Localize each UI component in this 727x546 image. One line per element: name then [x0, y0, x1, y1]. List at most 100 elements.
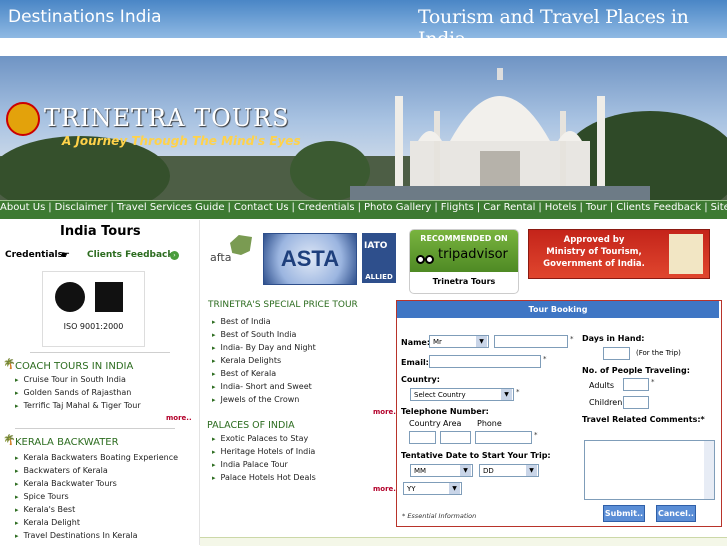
ukas-icon	[95, 282, 123, 312]
list-item[interactable]: India- By Day and Night	[212, 341, 392, 354]
iato-badge: IATO ALLIED	[362, 233, 396, 283]
list-item[interactable]: Best of Kerala	[212, 367, 392, 380]
logo-slogan: A Journey Through The Mind's Eyes	[62, 134, 301, 148]
list-item[interactable]: Backwaters of Kerala	[15, 464, 195, 477]
afta-badge: afta	[210, 233, 255, 275]
nav-about-us[interactable]: About Us	[0, 202, 45, 213]
nav-photo-gallery[interactable]: Photo Gallery	[364, 202, 431, 213]
nav-contact-us[interactable]: Contact Us	[234, 202, 289, 213]
list-item[interactable]: India- Short and Sweet	[212, 380, 392, 393]
clients-feedback-link[interactable]: Clients Feedback	[87, 250, 173, 260]
list-item[interactable]: Palace Hotels Hot Deals	[212, 471, 392, 484]
india-tours-heading: India Tours	[60, 224, 141, 239]
palm-icon: 🌴	[3, 359, 16, 370]
more-link[interactable]: more..	[373, 485, 399, 493]
nav-site-map[interactable]: Site Map	[711, 202, 727, 213]
phone-number-input[interactable]	[475, 431, 532, 444]
asta-badge: ASTA	[263, 233, 357, 285]
list-item[interactable]: Spice Tours	[15, 490, 195, 503]
iato-label: IATO	[364, 241, 388, 251]
required-marker: *	[516, 388, 520, 396]
trinetra-logo-icon	[6, 102, 40, 136]
nav-flights[interactable]: Flights	[441, 202, 474, 213]
for-trip-label: (For the Trip)	[636, 349, 681, 357]
comments-textarea[interactable]	[584, 440, 715, 500]
list-item[interactable]: Heritage Hotels of India	[212, 445, 392, 458]
scrollbar[interactable]	[704, 441, 714, 499]
nav-tour[interactable]: Tour	[586, 202, 607, 213]
list-item[interactable]: Kerala Backwater Tours	[15, 477, 195, 490]
email-input[interactable]	[429, 355, 541, 368]
more-link[interactable]: more..	[166, 414, 192, 422]
asta-label: ASTA	[280, 246, 340, 271]
phone-country-input[interactable]	[409, 431, 436, 444]
kerala-list: Kerala Backwaters Boating Experience Bac…	[15, 451, 195, 542]
hand-pointer-icon: ☛	[61, 250, 70, 261]
list-item[interactable]: Cruise Tour in South India	[15, 373, 190, 386]
list-item[interactable]: Kerala Backwaters Boating Experience	[15, 451, 195, 464]
list-item[interactable]: India Palace Tour	[212, 458, 392, 471]
list-item[interactable]: Kerala Delights	[212, 354, 392, 367]
iso-seal-icon	[55, 282, 85, 312]
phone-number-label: Phone	[477, 419, 502, 428]
country-label: Country:	[401, 375, 440, 384]
day-select[interactable]: DD	[479, 464, 539, 477]
adults-label: Adults	[589, 381, 615, 390]
children-input[interactable]	[623, 396, 649, 409]
nav-travel-services-guide[interactable]: Travel Services Guide	[117, 202, 225, 213]
title-select[interactable]: Mr	[429, 335, 489, 348]
approved-label: Approved by	[563, 235, 625, 245]
cancel-button[interactable]: Cancel..	[656, 505, 696, 522]
nav-credentials[interactable]: Credentials	[298, 202, 355, 213]
adults-input[interactable]	[623, 378, 649, 391]
australia-map-icon	[230, 235, 252, 255]
nav-hotels[interactable]: Hotels	[545, 202, 577, 213]
divider	[15, 428, 175, 429]
year-select[interactable]: YY	[403, 482, 462, 495]
list-item[interactable]: Jewels of the Crown	[212, 393, 392, 406]
nav-links: About Us | Disclaimer | Travel Services Guid…	[0, 202, 727, 213]
nav-car-rental[interactable]: Car Rental	[483, 202, 535, 213]
coach-tours-list: Cruise Tour in South India Golden Sands …	[15, 373, 190, 412]
essential-info-note: * Essential Information	[402, 512, 477, 520]
country-select[interactable]: Select Country	[410, 388, 514, 401]
palaces-title[interactable]: PALACES OF INDIA	[207, 420, 295, 431]
nav-disclaimer[interactable]: Disclaimer	[55, 202, 108, 213]
palm-icon: 🌴	[3, 435, 16, 446]
date-label: Tentative Date to Start Your Trip:	[401, 451, 551, 460]
coach-tours-title[interactable]: COACH TOURS IN INDIA	[15, 361, 133, 372]
owl-eyes-icon	[416, 249, 436, 264]
submit-button[interactable]: Submit..	[603, 505, 645, 522]
trinetra-tours-label: Trinetra Tours	[432, 277, 496, 286]
list-item[interactable]: Kerala Delight	[15, 516, 195, 529]
afta-label: afta	[210, 251, 232, 264]
list-item[interactable]: Kerala's Best	[15, 503, 195, 516]
nav-clients-feedback[interactable]: Clients Feedback	[616, 202, 701, 213]
month-select[interactable]: MM	[410, 464, 473, 477]
list-item[interactable]: Exotic Palaces to Stay	[212, 432, 392, 445]
name-input[interactable]	[494, 335, 568, 348]
phone-area-input[interactable]	[440, 431, 471, 444]
name-label: Name:	[401, 338, 431, 347]
required-marker: *	[651, 378, 655, 386]
column-divider	[199, 220, 200, 545]
site-tagline: Tourism and Travel Places in India	[418, 6, 689, 50]
iso-certificate-badge: ISO 9001:2000	[42, 271, 145, 347]
list-item[interactable]: Terrific Taj Mahal & Tiger Tour	[15, 399, 190, 412]
days-input[interactable]	[603, 347, 630, 360]
kerala-backwater-title[interactable]: KERALA BACKWATER	[15, 437, 119, 448]
site-title: Destinations India	[8, 7, 162, 27]
list-item[interactable]: Golden Sands of Rajasthan	[15, 386, 190, 399]
list-item[interactable]: Travel Destinations In Kerala	[15, 529, 195, 542]
tripadvisor-badge[interactable]: RECOMMENDED ON tripadvisor Trinetra Tour…	[409, 229, 519, 294]
required-marker: *	[534, 431, 538, 439]
special-price-title[interactable]: TRINETRA'S SPECIAL PRICE TOUR	[208, 300, 358, 310]
more-link[interactable]: more..	[373, 408, 399, 416]
phone-area-label: Area	[443, 419, 462, 428]
list-item[interactable]: Best of South India	[212, 328, 392, 341]
tour-booking-title: Tour Booking	[397, 301, 719, 318]
emblem-icon	[669, 234, 703, 274]
credentials-link[interactable]: Credentials	[5, 250, 63, 260]
days-in-hand-label: Days in Hand:	[582, 334, 645, 343]
list-item[interactable]: Best of India	[212, 315, 392, 328]
